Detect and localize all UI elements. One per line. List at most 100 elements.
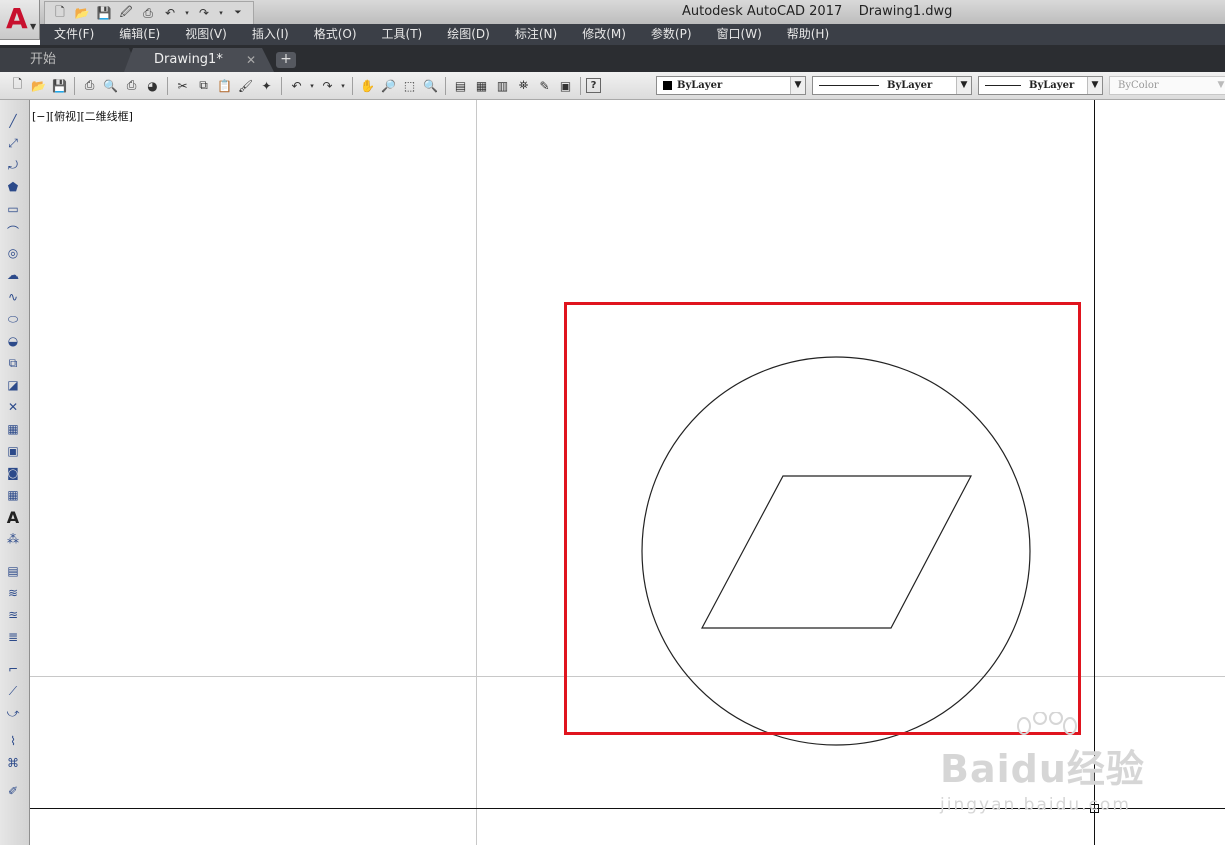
tool-palettes-icon[interactable]: ▥ — [493, 76, 512, 95]
spline-icon[interactable]: ∿ — [4, 288, 22, 306]
redo-dropdown-icon[interactable]: ▾ — [339, 76, 347, 95]
menu-window[interactable]: 窗口(W) — [703, 24, 773, 45]
polygon-icon[interactable]: ⬟ — [4, 178, 22, 196]
open-icon[interactable]: 📂 — [73, 4, 91, 22]
menu-format[interactable]: 格式(O) — [300, 24, 368, 45]
make-block-icon[interactable]: ◪ — [4, 376, 22, 394]
application-menu-button[interactable]: A ▼ — [0, 0, 40, 40]
menu-file[interactable]: 文件(F) — [40, 24, 105, 45]
lineweight-value: ByLayer — [1029, 80, 1075, 91]
customize-icon[interactable]: ⏷ — [229, 4, 247, 22]
linetype-select[interactable]: ByLayer ▼ — [812, 76, 972, 95]
block-editor-icon[interactable]: ✦ — [257, 76, 276, 95]
paste-icon[interactable]: 📋 — [215, 76, 234, 95]
design-center-icon[interactable]: ▦ — [472, 76, 491, 95]
cut-icon[interactable]: ✂ — [173, 76, 192, 95]
chevron-down-icon[interactable]: ▼ — [1214, 77, 1225, 94]
undo-icon[interactable]: ↶ — [161, 4, 179, 22]
saveas-icon[interactable]: 🖉 — [117, 4, 135, 22]
zoom-window-icon[interactable]: ⬚ — [400, 76, 419, 95]
gradient-icon[interactable]: ▣ — [4, 442, 22, 460]
lineweight-select[interactable]: ByLayer ▼ — [978, 76, 1103, 95]
chevron-down-icon[interactable]: ▼ — [790, 77, 805, 94]
save-icon[interactable]: 💾 — [50, 76, 69, 95]
new-tab-button[interactable]: + — [276, 52, 296, 68]
menu-help[interactable]: 帮助(H) — [773, 24, 840, 45]
chevron-down-icon[interactable]: ▼ — [1087, 77, 1102, 94]
plot-style-select[interactable]: ByColor ▼ — [1109, 76, 1225, 95]
menu-draw[interactable]: 绘图(D) — [433, 24, 501, 45]
zoom-realtime-icon[interactable]: 🔎 — [379, 76, 398, 95]
menu-modify[interactable]: 修改(M) — [568, 24, 637, 45]
new-icon[interactable]: 🗋 — [51, 4, 69, 22]
redo-icon[interactable]: ↷ — [195, 4, 213, 22]
design-feed-icon[interactable]: ◕ — [143, 76, 162, 95]
undo-dropdown-icon[interactable]: ▾ — [183, 4, 191, 22]
point-icon[interactable]: ✕ — [4, 398, 22, 416]
polyline-icon[interactable]: ⤾ — [4, 156, 22, 174]
menu-edit[interactable]: 编辑(E) — [105, 24, 171, 45]
line-icon[interactable]: ╱ — [4, 112, 22, 130]
match-properties-icon[interactable]: 🖌 — [236, 76, 255, 95]
ellipse-icon[interactable]: ⬭ — [4, 310, 22, 328]
redo-icon[interactable]: ↷ — [318, 76, 337, 95]
tab-drawing1[interactable]: Drawing1* ✕ — [124, 48, 274, 72]
undo-dropdown-icon[interactable]: ▾ — [308, 76, 316, 95]
publish-icon[interactable]: ⎙ — [122, 76, 141, 95]
layer-walk-icon[interactable]: ≣ — [4, 628, 22, 646]
ellipse-arc-icon[interactable]: ◒ — [4, 332, 22, 350]
viewport-controls[interactable]: [−][俯视][二维线框] — [32, 108, 133, 124]
copy-icon[interactable]: ⧉ — [194, 76, 213, 95]
menu-dimension[interactable]: 标注(N) — [501, 24, 568, 45]
toolbar-divider — [352, 76, 353, 95]
menu-view[interactable]: 视图(V) — [171, 24, 238, 45]
print-icon[interactable]: ⎙ — [139, 4, 157, 22]
help-icon[interactable]: ? — [586, 78, 601, 93]
properties-icon[interactable]: ▤ — [451, 76, 470, 95]
markup-icon[interactable]: ✎ — [535, 76, 554, 95]
print-preview-icon[interactable]: 🔍 — [101, 76, 120, 95]
insert-block-icon[interactable]: ⧉ — [4, 354, 22, 372]
tab-drawing1-label: Drawing1* — [154, 52, 223, 67]
drawn-circle[interactable] — [641, 356, 1031, 746]
circle-icon[interactable]: ◎ — [4, 244, 22, 262]
edit-spline-icon[interactable]: ⌘ — [4, 754, 22, 772]
edit-polyline-icon[interactable]: ⌇ — [4, 732, 22, 750]
blend-curves-icon[interactable]: ⤻ — [4, 704, 22, 722]
arc-icon[interactable]: ⌒ — [4, 222, 22, 240]
open-icon[interactable]: 📂 — [29, 76, 48, 95]
undo-icon[interactable]: ↶ — [287, 76, 306, 95]
revision-cloud-icon[interactable]: ☁ — [4, 266, 22, 284]
layer-previous-icon[interactable]: ≊ — [4, 606, 22, 624]
layer-states-icon[interactable]: ≋ — [4, 584, 22, 602]
new-icon[interactable]: 🗋 — [8, 76, 27, 95]
window-title: Autodesk AutoCAD 2017 Drawing1.dwg — [682, 4, 953, 19]
close-icon[interactable]: ✕ — [246, 48, 256, 72]
construction-line-icon[interactable]: ⤢ — [4, 134, 22, 152]
tab-start[interactable]: 开始 — [0, 48, 140, 72]
layer-select[interactable]: ByLayer ▼ — [656, 76, 806, 95]
menu-parametric[interactable]: 参数(P) — [637, 24, 703, 45]
region-icon[interactable]: ◙ — [4, 464, 22, 482]
tab-start-label: 开始 — [30, 52, 57, 67]
pan-icon[interactable]: ✋ — [358, 76, 377, 95]
edit-hatch-icon[interactable]: ✐ — [4, 782, 22, 800]
menu-insert[interactable]: 插入(I) — [238, 24, 300, 45]
chevron-down-icon[interactable]: ▼ — [956, 77, 971, 94]
layer-properties-icon[interactable]: ▤ — [4, 562, 22, 580]
add-selected-icon[interactable]: ⁂ — [4, 530, 22, 548]
rectangle-icon[interactable]: ▭ — [4, 200, 22, 218]
print-icon[interactable]: ⎙ — [80, 76, 99, 95]
save-icon[interactable]: 💾 — [95, 4, 113, 22]
zoom-previous-icon[interactable]: 🔍 — [421, 76, 440, 95]
fillet-icon[interactable]: ⌐ — [4, 660, 22, 678]
drawn-parallelogram[interactable] — [701, 475, 972, 629]
chamfer-icon[interactable]: ⟋ — [4, 682, 22, 700]
calculator-icon[interactable]: ▣ — [556, 76, 575, 95]
menu-tools[interactable]: 工具(T) — [368, 24, 434, 45]
table-icon[interactable]: ▦ — [4, 486, 22, 504]
multiline-text-icon[interactable]: A — [4, 508, 22, 527]
sheet-set-icon[interactable]: ⛯ — [514, 76, 533, 95]
redo-dropdown-icon[interactable]: ▾ — [217, 4, 225, 22]
hatch-icon[interactable]: ▦ — [4, 420, 22, 438]
